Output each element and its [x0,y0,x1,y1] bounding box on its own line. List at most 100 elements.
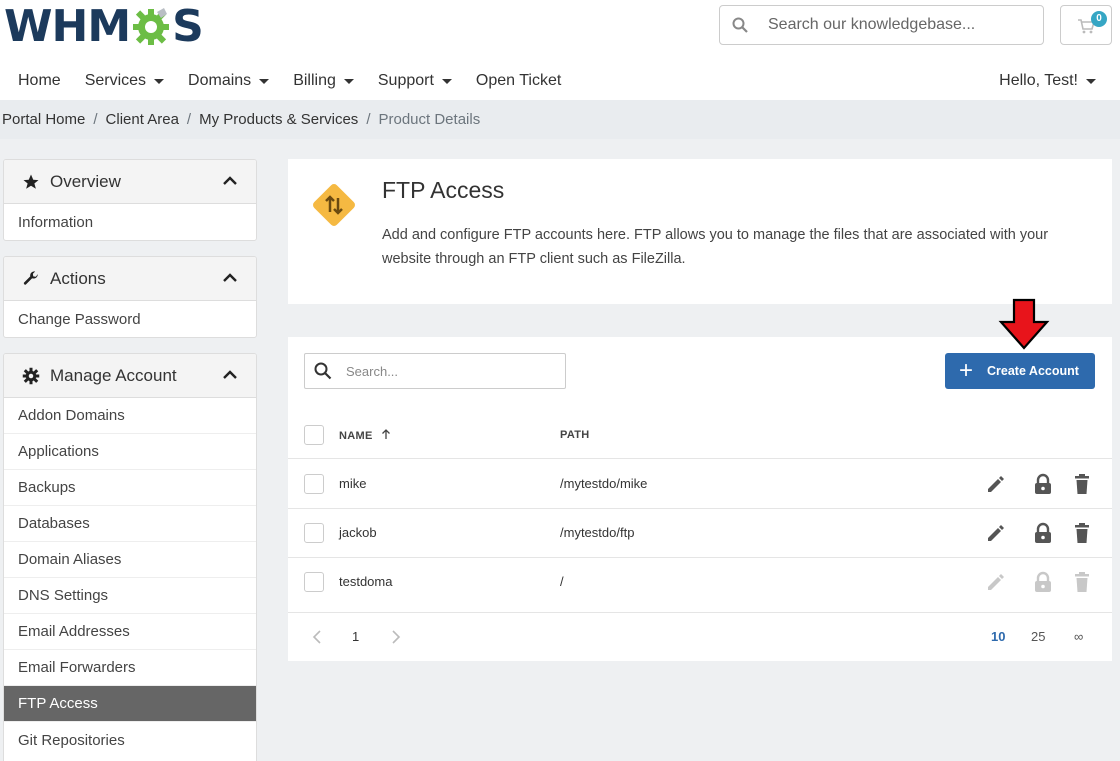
sidebar-item-git-repositories[interactable]: Git Repositories [4,722,256,758]
select-all-checkbox[interactable] [304,425,324,445]
caret-down-icon [1086,78,1096,84]
nav-open-ticket[interactable]: Open Ticket [464,64,573,98]
column-header-name-label: NAME [339,430,373,442]
chevron-right-icon[interactable] [391,630,401,644]
page-title: FTP Access [382,177,505,203]
breadcrumb: Portal Home / Client Area / My Products … [0,100,1120,139]
sidebar-item-dns-settings[interactable]: DNS Settings [4,578,256,614]
row-path: /mytestdo/ftp [560,525,635,540]
ftp-intro-card: FTP Access Add and configure FTP account… [288,159,1112,304]
nav-support[interactable]: Support [366,64,464,98]
caret-down-icon [154,78,165,84]
edit-pencil-icon[interactable] [985,473,1007,495]
logo-text-left: WHM [4,0,131,52]
knowledgebase-search[interactable] [719,5,1044,45]
whmcs-logo[interactable]: WHM S [4,1,204,52]
table-row: jackob /mytestdo/ftp [288,509,1112,558]
plus-icon: + [959,357,974,384]
edit-pencil-icon[interactable] [985,522,1007,544]
page-size-10[interactable]: 10 [991,629,1005,644]
nav-domains-label: Domains [188,72,252,89]
logo-text-right: S [172,0,204,52]
red-arrow-annotation-icon [998,298,1050,350]
row-name: jackob [339,525,377,540]
gear-icon [131,6,171,46]
nav-home[interactable]: Home [0,64,73,98]
chevron-left-icon[interactable] [312,630,322,644]
sidebar-item-ftp-access[interactable]: FTP Access [4,686,256,722]
user-menu[interactable]: Hello, Test! [999,64,1096,98]
breadcrumb-separator: / [366,111,371,128]
chevron-up-icon [223,370,237,379]
nav-home-label: Home [18,72,61,89]
search-icon [720,17,760,33]
breadcrumb-separator: / [186,111,192,128]
sidebar-item-databases[interactable]: Databases [4,506,256,542]
row-name: mike [339,476,367,491]
trash-icon[interactable] [1074,522,1090,544]
trash-icon[interactable] [1074,473,1090,495]
sidebar-item-domain-aliases[interactable]: Domain Aliases [4,542,256,578]
overview-panel-header[interactable]: Overview [4,160,256,204]
table-search-input[interactable] [346,363,546,379]
knowledgebase-search-input[interactable] [768,16,1038,34]
breadcrumb-client-area[interactable]: Client Area [106,111,179,128]
chevron-up-icon [223,273,237,282]
table-row: mike /mytestdo/mike [288,460,1112,509]
table-search[interactable] [304,353,566,389]
nav-services-label: Services [84,72,147,89]
sidebar-item-email-forwarders[interactable]: Email Forwarders [4,650,256,686]
cart-button[interactable]: 0 [1060,5,1112,45]
row-path: / [560,574,564,589]
overview-panel-title: Overview [50,171,121,191]
actions-panel: Actions Change Password [3,256,257,338]
create-account-button[interactable]: + Create Account [945,353,1095,389]
caret-down-icon [441,78,452,84]
caret-down-icon [259,78,270,84]
breadcrumb-products-services[interactable]: My Products & Services [199,111,358,128]
row-checkbox[interactable] [304,572,324,592]
page-size-all[interactable]: ∞ [1074,629,1083,644]
create-account-label: Create Account [987,364,1079,378]
row-checkbox[interactable] [304,474,324,494]
lock-icon [1035,571,1051,592]
sidebar-item-change-password[interactable]: Change Password [4,301,256,337]
trash-icon [1075,572,1089,592]
column-header-name[interactable]: NAME [339,429,391,442]
actions-panel-title: Actions [50,268,106,288]
breadcrumb-current: Product Details [378,111,481,128]
lock-icon[interactable] [1033,473,1053,495]
manage-account-panel: Manage Account Addon Domains Application… [3,353,257,761]
sidebar-item-information[interactable]: Information [4,204,256,240]
manage-account-panel-title: Manage Account [50,365,177,385]
sidebar-item-applications[interactable]: Applications [4,434,256,470]
nav-billing-label: Billing [293,72,336,89]
lock-icon[interactable] [1033,522,1053,544]
page-size-25[interactable]: 25 [1031,629,1045,644]
breadcrumb-portal-home[interactable]: Portal Home [2,111,85,128]
actions-panel-header[interactable]: Actions [4,257,256,301]
sort-arrow-up-icon [381,429,390,439]
column-header-path[interactable]: PATH [560,429,590,441]
nav-support-label: Support [377,72,434,89]
manage-account-panel-header[interactable]: Manage Account [4,354,256,398]
sidebar-item-email-addresses[interactable]: Email Addresses [4,614,256,650]
row-path: /mytestdo/mike [560,476,648,491]
cog-icon [22,367,42,385]
ftp-transfer-icon [313,184,355,226]
sidebar-item-backups[interactable]: Backups [4,470,256,506]
page-description: Add and configure FTP accounts here. FTP… [382,227,1049,267]
breadcrumb-separator: / [93,111,98,128]
nav-domains[interactable]: Domains [176,64,281,98]
edit-pencil-icon [988,574,1004,590]
nav-billing[interactable]: Billing [281,64,366,98]
pagination: 1 10 25 ∞ [288,613,1112,661]
nav-services[interactable]: Services [73,64,176,98]
row-name: testdoma [339,574,393,589]
page-number[interactable]: 1 [352,629,359,644]
sidebar-item-addon-domains[interactable]: Addon Domains [4,398,256,434]
nav-open-ticket-label: Open Ticket [475,72,562,89]
site-header: WHM S Search our knowledgebase... 0 Home… [0,0,1120,100]
cart-count-badge: 0 [1091,11,1107,27]
row-checkbox[interactable] [304,523,324,543]
